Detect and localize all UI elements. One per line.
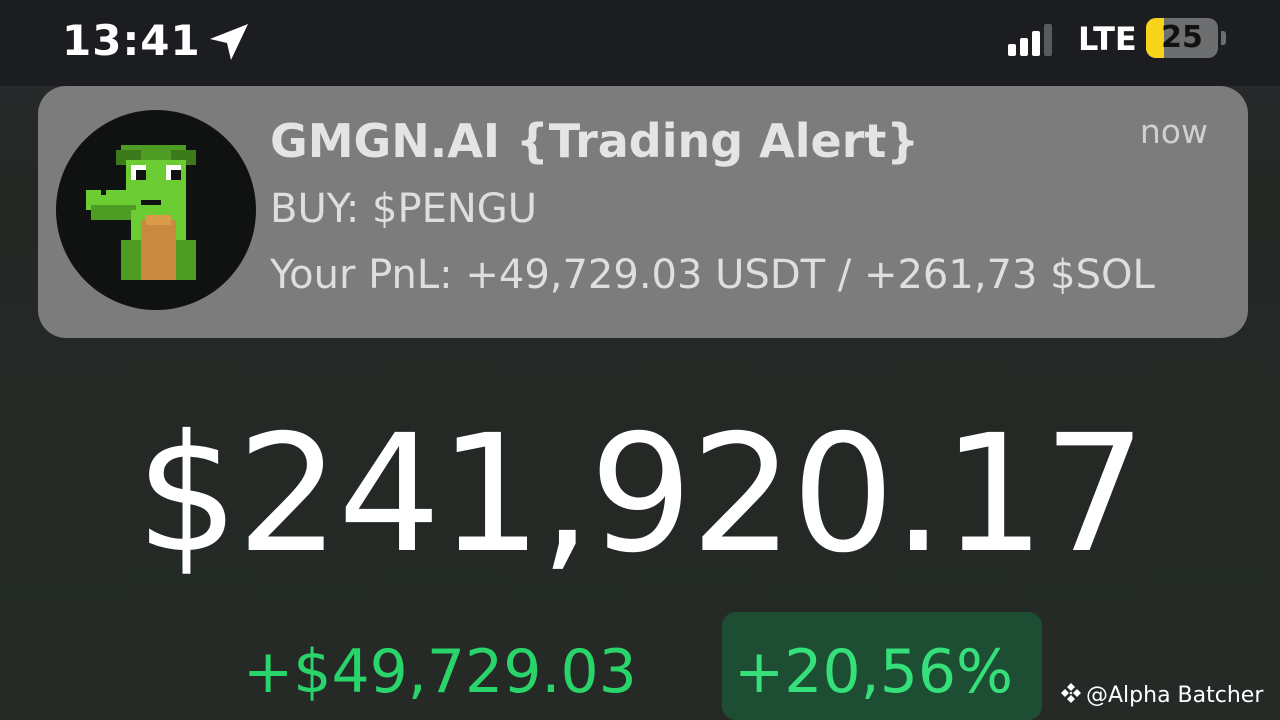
- trading-alert-notification[interactable]: GMGN.AI {Trading Alert} now BUY: $PENGU …: [38, 86, 1248, 338]
- battery-icon: 25: [1146, 18, 1218, 58]
- cellular-signal-icon: [1008, 24, 1054, 56]
- pixel-frog-avatar-icon: [56, 110, 256, 310]
- location-arrow-icon: [210, 24, 248, 60]
- watermark-text: @Alpha Batcher: [1086, 683, 1264, 708]
- status-time: 13:41: [62, 16, 201, 65]
- notification-order-line: BUY: $PENGU: [270, 186, 538, 232]
- watermark: @Alpha Batcher: [1060, 682, 1263, 708]
- pnl-change-amount: +$49,729.03: [243, 637, 637, 707]
- binance-diamond-icon: [1061, 683, 1081, 703]
- pnl-change-percent: +20,56%: [734, 637, 1014, 707]
- notification-pnl-line: Your PnL: +49,729.03 USDT / +261,73 $SOL: [270, 252, 1155, 298]
- notification-timestamp: now: [1139, 112, 1208, 151]
- notification-title: GMGN.AI {Trading Alert}: [270, 114, 920, 168]
- pnl-change-badge: +20,56%: [722, 612, 1042, 720]
- status-bar: 13:41 LTE 25: [0, 0, 1280, 86]
- portfolio-balance: $241,920.17: [135, 401, 1147, 589]
- battery-level-label: 25: [1161, 20, 1203, 55]
- battery-tip: [1221, 31, 1226, 45]
- frog-pixel-art: [86, 145, 196, 280]
- network-type-label: LTE: [1078, 20, 1137, 58]
